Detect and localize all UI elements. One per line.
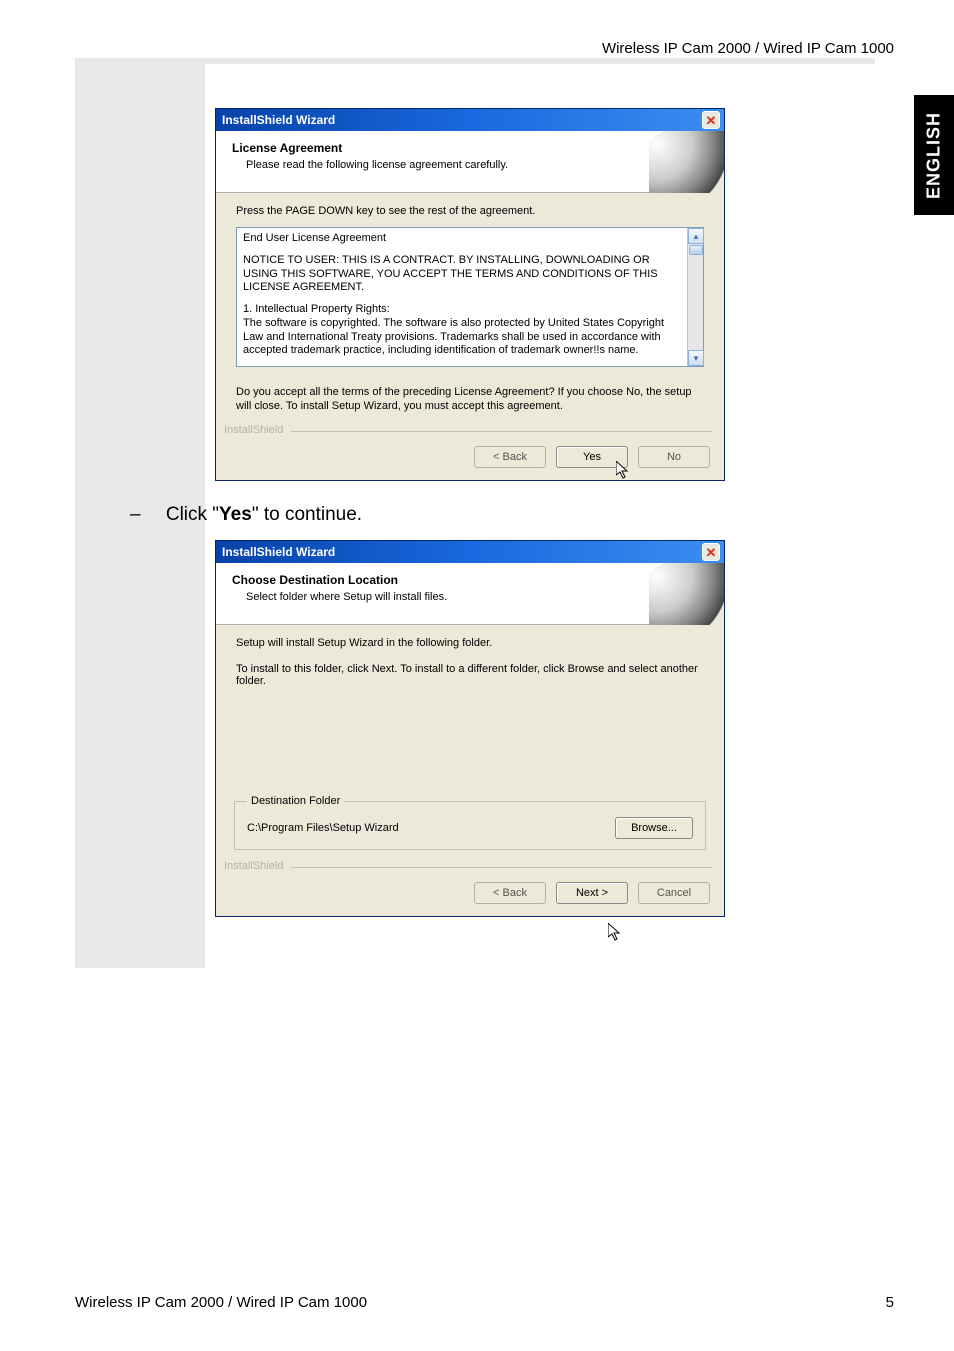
dialog-title: InstallShield Wizard bbox=[222, 113, 335, 127]
page-down-instruction: Press the PAGE DOWN key to see the rest … bbox=[236, 205, 704, 217]
eula-line: The software is copyrighted. The softwar… bbox=[243, 317, 679, 358]
cancel-button[interactable]: Cancel bbox=[638, 882, 710, 904]
banner-title: License Agreement bbox=[232, 141, 708, 155]
setup-install-text: Setup will install Setup Wizard in the f… bbox=[236, 637, 704, 649]
page-number: 5 bbox=[886, 1294, 894, 1311]
button-row: < Back Next > Cancel bbox=[216, 874, 724, 916]
eula-line: End User License Agreement bbox=[243, 232, 679, 246]
banner-graphic bbox=[649, 131, 724, 193]
cursor-icon bbox=[608, 923, 624, 943]
scroll-up-icon[interactable]: ▲ bbox=[688, 228, 704, 244]
eula-textbox[interactable]: End User License Agreement NOTICE TO USE… bbox=[236, 227, 704, 367]
destination-folder-group: Destination Folder C:\Program Files\Setu… bbox=[234, 795, 706, 850]
license-dialog: InstallShield Wizard ✕ License Agreement… bbox=[215, 108, 725, 481]
dialog-title: InstallShield Wizard bbox=[222, 545, 335, 559]
content-area: Press the PAGE DOWN key to see the rest … bbox=[216, 193, 724, 385]
content-area: Setup will install Setup Wizard in the f… bbox=[216, 625, 724, 795]
dialog-banner: License Agreement Please read the follow… bbox=[216, 131, 724, 193]
scroll-thumb[interactable] bbox=[689, 245, 703, 255]
destination-legend: Destination Folder bbox=[247, 795, 344, 807]
scroll-down-icon[interactable]: ▼ bbox=[688, 350, 704, 366]
no-button[interactable]: No bbox=[638, 446, 710, 468]
installshield-brand: InstallShield bbox=[224, 424, 287, 436]
bullet-dash: – bbox=[130, 504, 141, 525]
banner-title: Choose Destination Location bbox=[232, 573, 708, 587]
back-button[interactable]: < Back bbox=[474, 882, 546, 904]
dialog-banner: Choose Destination Location Select folde… bbox=[216, 563, 724, 625]
back-button[interactable]: < Back bbox=[474, 446, 546, 468]
close-icon[interactable]: ✕ bbox=[702, 111, 720, 129]
titlebar[interactable]: InstallShield Wizard ✕ bbox=[216, 109, 724, 131]
eula-line: NOTICE TO USER: THIS IS A CONTRACT. BY I… bbox=[243, 254, 679, 295]
installshield-brand: InstallShield bbox=[224, 860, 287, 872]
titlebar[interactable]: InstallShield Wizard ✕ bbox=[216, 541, 724, 563]
footer-product: Wireless IP Cam 2000 / Wired IP Cam 1000 bbox=[75, 1294, 367, 1311]
destination-dialog: InstallShield Wizard ✕ Choose Destinatio… bbox=[215, 540, 725, 917]
language-tab: ENGLISH bbox=[914, 95, 954, 215]
instruction-suffix: " to continue. bbox=[252, 504, 362, 525]
page-header-product: Wireless IP Cam 2000 / Wired IP Cam 1000 bbox=[602, 40, 894, 57]
instruction-prefix: Click " bbox=[166, 504, 219, 525]
browse-button[interactable]: Browse... bbox=[615, 817, 693, 839]
yes-button[interactable]: Yes bbox=[556, 446, 628, 468]
banner-subtitle: Please read the following license agreem… bbox=[246, 159, 708, 171]
scrollbar[interactable]: ▲ ▼ bbox=[687, 228, 703, 366]
eula-line: 1. Intellectual Property Rights: bbox=[243, 303, 679, 317]
accept-question: Do you accept all the terms of the prece… bbox=[216, 385, 724, 414]
instruction-bold: Yes bbox=[219, 504, 252, 525]
banner-graphic bbox=[649, 563, 724, 625]
instruction-line: – Click "Yes" to continue. bbox=[130, 504, 362, 526]
banner-subtitle: Select folder where Setup will install f… bbox=[246, 591, 708, 603]
destination-path: C:\Program Files\Setup Wizard bbox=[247, 822, 399, 834]
close-icon[interactable]: ✕ bbox=[702, 543, 720, 561]
next-button[interactable]: Next > bbox=[556, 882, 628, 904]
button-row: < Back Yes No bbox=[216, 438, 724, 480]
install-hint-text: To install to this folder, click Next. T… bbox=[236, 663, 704, 687]
